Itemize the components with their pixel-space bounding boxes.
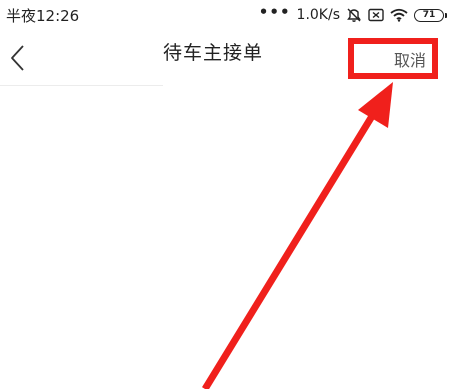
cancel-button[interactable]: 取消 (394, 47, 426, 71)
status-bar: 半夜12:26 ••• 1.0K/s 71 (0, 0, 454, 30)
sim-off-icon (368, 8, 384, 22)
page-title: 待车主接单 (163, 42, 264, 64)
nav-divider (0, 85, 163, 86)
status-time: 半夜12:26 (6, 7, 80, 25)
chevron-left-icon (11, 45, 24, 71)
network-speed: 1.0K/s (296, 7, 340, 23)
alarm-off-icon (346, 7, 362, 23)
notification-dots: ••• (258, 2, 291, 21)
wifi-icon (390, 8, 408, 22)
back-button[interactable] (8, 42, 32, 74)
status-indicators: ••• 1.0K/s 71 (258, 2, 447, 26)
battery-icon: 71 (414, 8, 447, 22)
